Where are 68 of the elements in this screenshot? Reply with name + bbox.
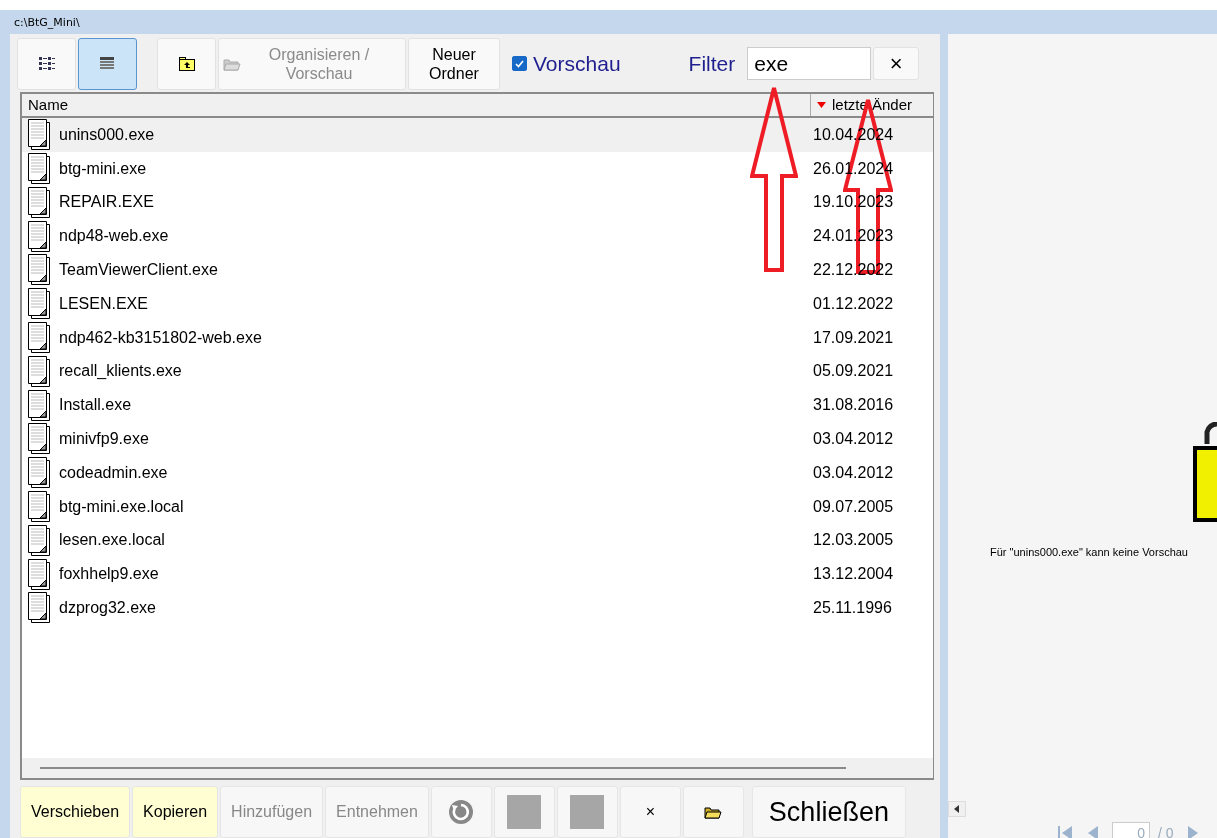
file-date: 01.12.2022 [813, 294, 895, 313]
file-row[interactable]: foxhhelp9.exe 13.12.2004 [22, 557, 933, 591]
preview-message: Für "unins000.exe" kann keine Vorschau [990, 546, 1188, 558]
file-date: 03.04.2012 [813, 429, 895, 448]
scroll-left-icon[interactable] [948, 801, 966, 817]
file-name: minivfp9.exe [59, 429, 150, 448]
filter-label: Filter [688, 51, 736, 76]
file-name: recall_klients.exe [59, 362, 183, 381]
file-row[interactable]: codeadmin.exe 03.04.2012 [22, 455, 933, 490]
new-folder-button[interactable]: Neuer Ordner [408, 37, 500, 90]
file-row[interactable]: Install.exe 31.08.2016 [22, 388, 933, 422]
folder-icon [223, 56, 241, 71]
details-view-button[interactable] [78, 37, 137, 90]
file-name: btg-mini.exe [59, 159, 148, 178]
action-button[interactable]: Kopieren [132, 786, 219, 838]
file-name: foxhhelp9.exe [59, 565, 160, 584]
file-name: ndp462-kb3151802-web.exe [59, 328, 263, 347]
file-date: 13.12.2004 [813, 565, 895, 584]
filter-field[interactable]: exe [747, 47, 872, 81]
file-date: 17.09.2021 [813, 328, 895, 347]
file-name: LESEN.EXE [59, 294, 149, 313]
file-date: 03.04.2012 [813, 463, 895, 482]
square-icon [570, 795, 605, 829]
file-name: unins000.exe [59, 125, 156, 144]
file-date: 09.07.2005 [813, 497, 895, 516]
preview-checkbox[interactable] [512, 56, 527, 72]
file-name: Install.exe [59, 396, 133, 415]
file-date: 31.08.2016 [813, 396, 895, 415]
file-name: codeadmin.exe [59, 463, 169, 482]
list-icon [38, 57, 55, 71]
column-header[interactable]: Name [22, 93, 811, 116]
close-button[interactable]: Schließen [751, 786, 906, 838]
checkbox-label: Vorschau [533, 51, 621, 76]
toolbar-button[interactable] [493, 786, 555, 838]
file-name: TeamViewerClient.exe [59, 260, 219, 279]
file-date: 05.09.2021 [813, 362, 895, 381]
file-name: lesen.exe.local [59, 531, 166, 550]
file-row[interactable]: btg-mini.exe.local 09.07.2005 [22, 489, 933, 524]
clear-filter-button[interactable]: × [873, 47, 920, 81]
scrollbar[interactable] [40, 767, 846, 769]
folder-up-icon [178, 56, 195, 71]
page-total: / 0 [1158, 825, 1174, 838]
folder-up-button[interactable] [157, 37, 216, 90]
file-row[interactable]: dzprog32.exe 25.11.1996 [22, 591, 933, 625]
file-name: REPAIR.EXE [59, 193, 155, 212]
folder-icon [704, 805, 723, 819]
file-row[interactable]: minivfp9.exe 03.04.2012 [22, 422, 933, 456]
toolbar-button[interactable] [556, 786, 618, 838]
file-row[interactable]: recall_klients.exe 05.09.2021 [22, 354, 933, 389]
file-name: ndp48-web.exe [59, 227, 170, 246]
open-folder-button[interactable] [682, 786, 744, 838]
list-view-button[interactable] [17, 37, 76, 90]
file-date: 25.11.1996 [813, 598, 893, 617]
file-row[interactable]: ndp462-kb3151802-web.exe 17.09.2021 [22, 320, 933, 355]
action-button[interactable]: Verschieben [20, 786, 131, 838]
padlock-icon [1193, 422, 1217, 524]
file-name: dzprog32.exe [59, 598, 157, 617]
grid-icon [99, 57, 116, 71]
file-date: 12.03.2005 [813, 531, 895, 550]
file-row[interactable]: LESEN.EXE 01.12.2022 [22, 286, 933, 321]
refresh-icon [448, 799, 475, 825]
refresh-button[interactable] [430, 786, 492, 838]
action-button[interactable]: × [619, 786, 681, 838]
checkmark-icon [515, 59, 524, 68]
file-name: btg-mini.exe.local [59, 497, 185, 516]
file-row[interactable]: lesen.exe.local 12.03.2005 [22, 523, 933, 558]
window-title: c:\BtG_Mini\ [14, 15, 80, 29]
square-icon [507, 795, 542, 829]
